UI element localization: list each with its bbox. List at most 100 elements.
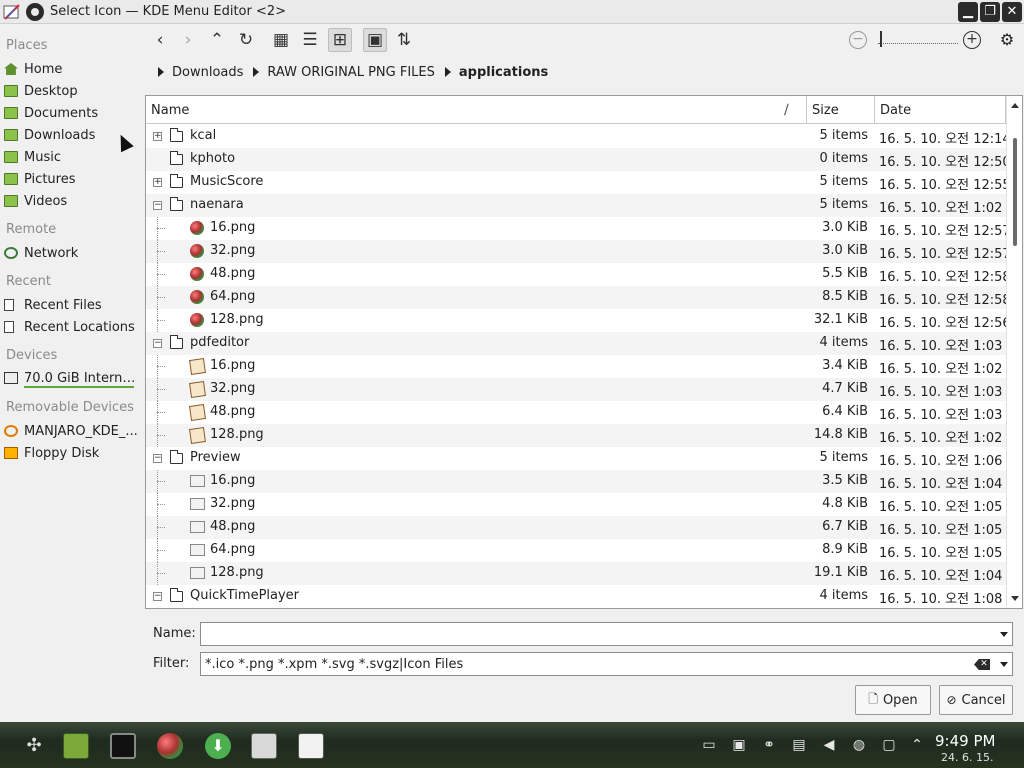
- file-row[interactable]: 32.png 3.0 KiB 16. 5. 10. 오전 12:57: [146, 240, 1011, 263]
- collapse-icon[interactable]: −: [153, 201, 162, 210]
- collapse-icon[interactable]: −: [153, 339, 162, 348]
- breadcrumb: Downloads RAW ORIGINAL PNG FILES applica…: [156, 62, 556, 82]
- menu-editor-icon[interactable]: [298, 733, 324, 759]
- bluetooth-icon[interactable]: ⚭: [760, 736, 778, 754]
- scroll-down-icon[interactable]: [1011, 596, 1019, 601]
- options-menu-icon[interactable]: ⚙: [997, 30, 1017, 50]
- sort-button[interactable]: ⇅: [392, 28, 416, 52]
- sidebar-item-recent-files[interactable]: Recent Files: [4, 295, 140, 315]
- cancel-button[interactable]: ⊘ Cancel: [939, 685, 1013, 715]
- zoom-slider-handle[interactable]: [880, 31, 882, 47]
- file-date: 16. 5. 10. 오전 1:02: [879, 201, 1003, 216]
- file-tree-view[interactable]: Name ∕ Size Date + kcal 5 items 16. 5. 10. …: [145, 95, 1023, 609]
- terminal-icon[interactable]: [110, 733, 136, 759]
- clipboard-icon[interactable]: ▤: [790, 736, 808, 754]
- vertical-scrollbar[interactable]: [1006, 96, 1022, 608]
- zoom-slider[interactable]: [878, 43, 958, 44]
- icons-view-button[interactable]: ▦: [269, 28, 293, 52]
- zoom-in-icon[interactable]: +: [963, 31, 981, 49]
- file-row[interactable]: 32.png 4.8 KiB 16. 5. 10. 오전 1:05: [146, 493, 1006, 516]
- open-button[interactable]: 🗋 Open: [855, 685, 931, 715]
- collapse-icon[interactable]: −: [153, 454, 162, 463]
- forward-button[interactable]: ›: [176, 28, 200, 52]
- filter-field-value[interactable]: *.ico *.png *.xpm *.svg *.svgz|Icon File…: [205, 657, 463, 672]
- file-row[interactable]: 48.png 6.7 KiB 16. 5. 10. 오전 1:05: [146, 516, 1006, 539]
- breadcrumb-item[interactable]: Downloads: [172, 65, 243, 80]
- filter-field[interactable]: *.ico *.png *.xpm *.svg *.svgz|Icon File…: [200, 652, 1013, 676]
- file-icon: [4, 299, 14, 311]
- breadcrumb-arrow-icon[interactable]: [158, 67, 164, 77]
- sidebar-item-pictures[interactable]: Pictures: [4, 169, 140, 189]
- clear-text-icon[interactable]: ✕: [974, 659, 990, 670]
- sidebar-item-network[interactable]: Network: [4, 243, 140, 263]
- storage-icon[interactable]: ▣: [730, 736, 748, 754]
- name-field[interactable]: [200, 622, 1013, 646]
- file-row[interactable]: 16.png 3.5 KiB 16. 5. 10. 오전 1:04: [146, 470, 1006, 493]
- breadcrumb-arrow-icon[interactable]: [253, 67, 260, 77]
- tree-view-button[interactable]: ⊞: [328, 28, 352, 52]
- sidebar-item-videos[interactable]: Videos: [4, 191, 140, 211]
- close-button[interactable]: ✕: [1002, 2, 1022, 22]
- column-header-size[interactable]: Size: [807, 96, 875, 124]
- globe-icon[interactable]: [157, 733, 183, 759]
- breadcrumb-item[interactable]: RAW ORIGINAL PNG FILES: [267, 65, 434, 80]
- folder-row[interactable]: − Preview 5 items 16. 5. 10. 오전 1:06: [146, 447, 1006, 470]
- file-row[interactable]: 128.png 32.1 KiB 16. 5. 10. 오전 12:56: [146, 309, 1011, 332]
- download-icon[interactable]: ⬇: [205, 733, 231, 759]
- file-row[interactable]: 128.png 14.8 KiB 16. 5. 10. 오전 1:02: [146, 424, 1006, 447]
- sidebar-item-internal-drive[interactable]: 70.0 GiB Interna...: [4, 368, 140, 388]
- restore-button[interactable]: ❐: [980, 2, 1000, 22]
- file-row[interactable]: 64.png 8.9 KiB 16. 5. 10. 오전 1:05: [146, 539, 1006, 562]
- places-sidebar: Places Home Desktop Documents Downloads …: [0, 24, 144, 720]
- file-row[interactable]: 48.png 5.5 KiB 16. 5. 10. 오전 12:58: [146, 263, 1011, 286]
- file-row[interactable]: 16.png 3.4 KiB 16. 5. 10. 오전 1:02: [146, 355, 1006, 378]
- file-row[interactable]: 48.png 6.4 KiB 16. 5. 10. 오전 1:03: [146, 401, 1006, 424]
- file-row[interactable]: 16.png 3.0 KiB 16. 5. 10. 오전 12:57: [146, 217, 1011, 240]
- back-button[interactable]: ‹: [148, 28, 172, 52]
- preview-toggle-button[interactable]: ▣: [363, 28, 387, 52]
- folder-row[interactable]: − pdfeditor 4 items 16. 5. 10. 오전 1:03: [146, 332, 1006, 355]
- chevron-up-icon[interactable]: ⌃: [908, 736, 926, 754]
- scroll-up-icon[interactable]: [1011, 103, 1019, 108]
- details-view-button[interactable]: ☰: [298, 28, 322, 52]
- chevron-down-icon[interactable]: [1000, 632, 1008, 637]
- chevron-down-icon[interactable]: [1000, 662, 1008, 667]
- network-tray-icon[interactable]: ◍: [850, 736, 868, 754]
- column-header-name[interactable]: Name: [146, 96, 807, 124]
- expand-icon[interactable]: +: [153, 178, 162, 187]
- sidebar-item-home[interactable]: Home: [4, 59, 140, 79]
- clock-time[interactable]: 9:49 PM: [935, 732, 995, 750]
- sidebar-item-documents[interactable]: Documents: [4, 103, 140, 123]
- reload-button[interactable]: ↻: [234, 28, 258, 52]
- folder-row[interactable]: + MusicScore 5 items 16. 5. 10. 오전 12:55: [146, 171, 1011, 194]
- folder-row[interactable]: − QuickTimePlayer 4 items 16. 5. 10. 오전 1:0…: [146, 585, 1006, 608]
- clock-date[interactable]: 24. 6. 15.: [941, 751, 993, 764]
- breadcrumb-current[interactable]: applications: [459, 65, 548, 80]
- file-row[interactable]: 32.png 4.7 KiB 16. 5. 10. 오전 1:03: [146, 378, 1006, 401]
- expand-icon[interactable]: +: [153, 132, 162, 141]
- window-menu-button[interactable]: [26, 3, 44, 21]
- sidebar-item-desktop[interactable]: Desktop: [4, 81, 140, 101]
- sidebar-item-floppy[interactable]: Floppy Disk: [4, 443, 140, 463]
- launcher-icon[interactable]: ✣: [21, 733, 47, 759]
- up-button[interactable]: ⌃: [205, 28, 229, 52]
- minecraft-icon[interactable]: [63, 733, 89, 759]
- column-header-date[interactable]: Date: [875, 96, 1006, 124]
- file-row[interactable]: 64.png 8.5 KiB 16. 5. 10. 오전 12:58: [146, 286, 1011, 309]
- sidebar-item-manjaro-usb[interactable]: MANJARO_KDE_...: [4, 421, 140, 441]
- folder-row[interactable]: + kcal 5 items 16. 5. 10. 오전 12:14: [146, 125, 1011, 148]
- folder-row[interactable]: − naenara 5 items 16. 5. 10. 오전 1:02: [146, 194, 1006, 217]
- file-size: 0 items: [819, 151, 868, 166]
- collapse-icon[interactable]: −: [153, 592, 162, 601]
- volume-icon[interactable]: ◀: [820, 736, 838, 754]
- file-row[interactable]: 128.png 19.1 KiB 16. 5. 10. 오전 1:04: [146, 562, 1006, 585]
- display-icon[interactable]: ▢: [880, 736, 898, 754]
- zoom-out-icon[interactable]: −: [849, 31, 867, 49]
- scrollbar-thumb[interactable]: [1013, 138, 1017, 246]
- sidebar-item-recent-locations[interactable]: Recent Locations: [4, 317, 140, 337]
- show-desktop-icon[interactable]: ▭: [700, 736, 718, 754]
- minimize-button[interactable]: ▁: [958, 2, 978, 22]
- folder-row[interactable]: kphoto 0 items 16. 5. 10. 오전 12:50: [146, 148, 1011, 171]
- image-viewer-icon[interactable]: [251, 733, 277, 759]
- breadcrumb-arrow-icon[interactable]: [444, 67, 451, 77]
